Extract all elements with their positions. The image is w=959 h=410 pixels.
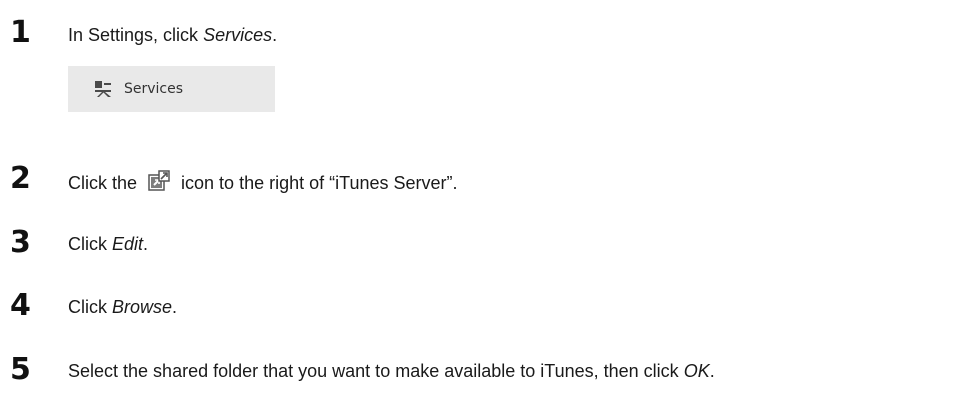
ui-term: OK — [683, 361, 710, 381]
step-number: 4 — [10, 288, 31, 323]
ui-term: Edit — [112, 234, 144, 254]
services-icon — [94, 80, 112, 98]
step-number: 5 — [10, 352, 31, 387]
services-menu-item[interactable]: Services — [68, 66, 275, 112]
ui-term: Browse — [112, 297, 173, 317]
open-settings-icon — [148, 170, 170, 192]
step-instruction: Click the icon to the right of “iTunes S… — [68, 170, 457, 194]
services-label: Services — [124, 81, 184, 97]
step-number: 1 — [10, 15, 31, 50]
step-number: 2 — [10, 161, 31, 196]
ui-term: Services — [203, 25, 273, 45]
step-instruction: Select the shared folder that you want t… — [68, 361, 715, 381]
step-instruction: Click Browse. — [68, 297, 178, 317]
step-instruction: Click Edit. — [68, 234, 149, 254]
step-number: 3 — [10, 225, 31, 260]
step-instruction: In Settings, click Services. — [68, 25, 278, 45]
